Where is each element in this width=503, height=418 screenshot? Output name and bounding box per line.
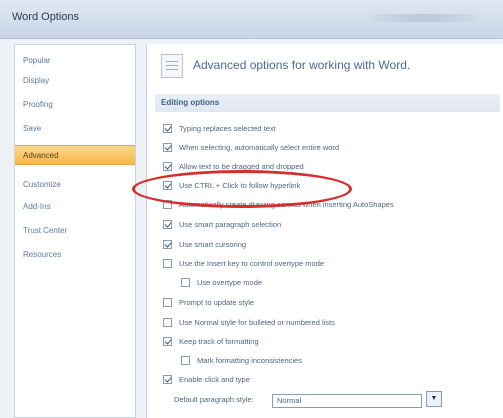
checkbox[interactable] xyxy=(181,278,190,287)
window-title: Word Options xyxy=(12,11,80,23)
checkbox[interactable] xyxy=(163,200,172,209)
sidebar-item-proofing[interactable]: Proofing xyxy=(23,95,133,115)
checkbox[interactable] xyxy=(163,162,172,171)
default-style-label: Default paragraph style: xyxy=(174,395,254,404)
sidebar-item-trust-center[interactable]: Trust Center xyxy=(23,221,133,241)
checkbox[interactable] xyxy=(163,298,172,307)
title-bar: Word Options xyxy=(0,0,503,39)
page-title: Advanced options for working with Word. xyxy=(193,58,411,72)
sidebar-item-display[interactable]: Display xyxy=(23,71,133,91)
checkbox[interactable] xyxy=(163,220,172,229)
sidebar-item-resources[interactable]: Resources xyxy=(23,245,133,265)
options-sidebar: Popular Display Proofing Save Advanced C… xyxy=(14,44,136,418)
chevron-down-icon[interactable]: ▼ xyxy=(426,391,442,407)
default-style-select[interactable]: Normal xyxy=(272,394,422,408)
title-bar-controls xyxy=(369,14,479,22)
document-options-icon xyxy=(161,54,183,78)
sidebar-item-customize[interactable]: Customize xyxy=(23,175,133,195)
checkbox[interactable] xyxy=(163,259,172,268)
checkbox[interactable] xyxy=(163,240,172,249)
checkbox[interactable] xyxy=(163,181,172,190)
checkbox[interactable] xyxy=(163,143,172,152)
editing-options-section-header: Editing options xyxy=(155,94,500,112)
checkbox[interactable] xyxy=(181,356,190,365)
checkbox[interactable] xyxy=(163,375,172,384)
word-options-window: Word Options Popular Display Proofing Sa… xyxy=(0,0,503,418)
sidebar-item-save[interactable]: Save xyxy=(23,119,133,139)
sidebar-item-add-ins[interactable]: Add-Ins xyxy=(23,197,133,217)
checkbox[interactable] xyxy=(163,318,172,327)
sidebar-item-popular[interactable]: Popular xyxy=(23,51,133,71)
checkbox[interactable] xyxy=(163,124,172,133)
sidebar-item-advanced[interactable]: Advanced xyxy=(15,145,135,165)
checkbox[interactable] xyxy=(163,337,172,346)
